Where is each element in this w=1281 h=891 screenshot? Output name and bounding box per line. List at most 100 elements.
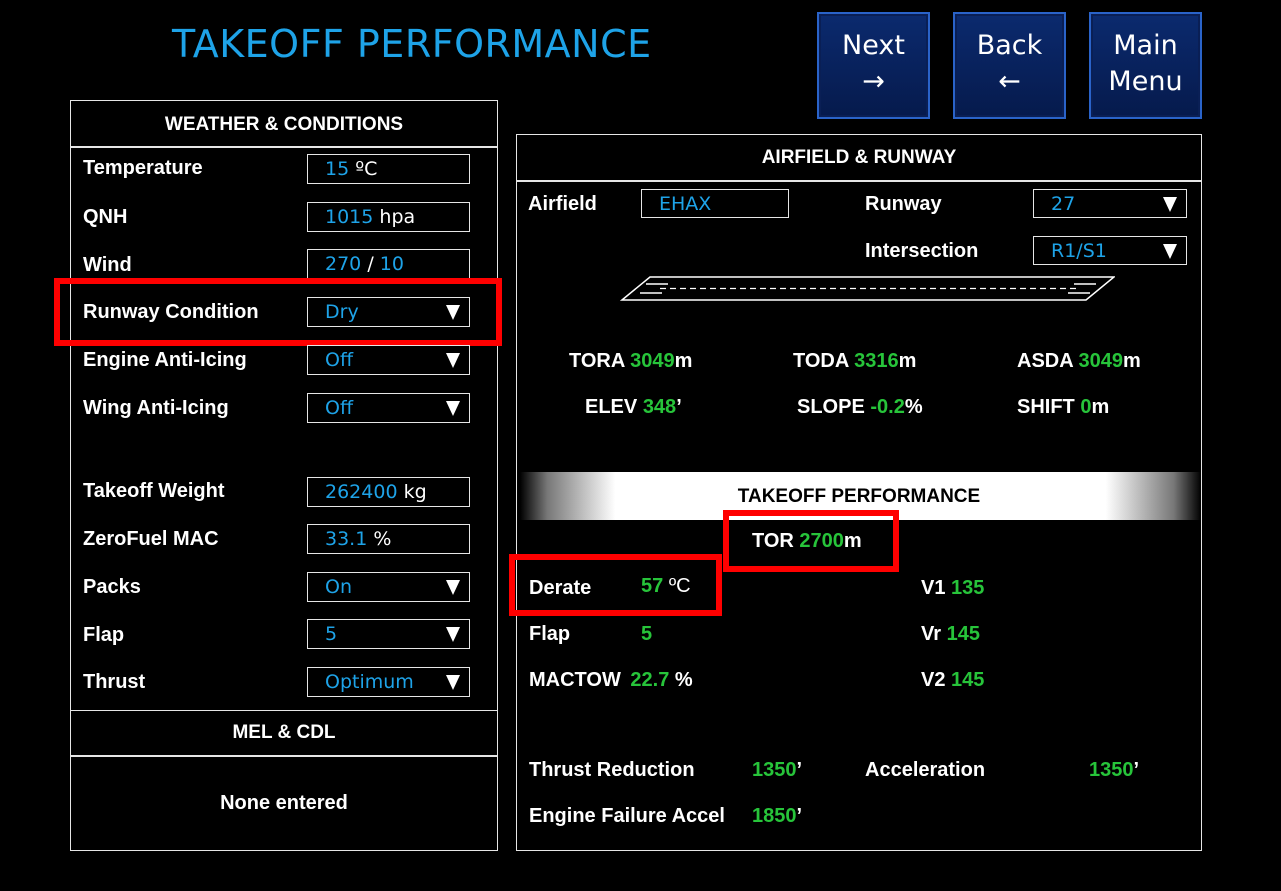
thrust-reduction-label: Thrust Reduction xyxy=(529,759,695,781)
mactow-value: 22.7 xyxy=(630,669,670,691)
dropdown-caret-icon xyxy=(1163,197,1177,212)
flap-select[interactable]: 5 xyxy=(307,619,470,649)
zerofuel-mac-field[interactable]: 33.1 % xyxy=(307,524,470,554)
elev-unit: ’ xyxy=(676,396,682,418)
tora-readout: TORA 3049m xyxy=(569,350,692,373)
asda-label: ASDA xyxy=(1017,350,1073,372)
temperature-field[interactable]: 15 ºC xyxy=(307,154,470,184)
vr-label: Vr xyxy=(921,623,942,645)
takeoff-weight-unit: kg xyxy=(403,481,427,503)
v1-readout: V1 135 xyxy=(921,577,984,600)
mel-none-entered: None entered xyxy=(220,792,348,814)
mactow-unit: % xyxy=(674,669,693,691)
slope-label: SLOPE xyxy=(797,396,865,418)
next-button[interactable]: Next → xyxy=(817,12,930,119)
performance-header: TAKEOFF PERFORMANCE xyxy=(737,486,981,507)
dropdown-caret-icon xyxy=(1163,244,1177,259)
intersection-select[interactable]: R1/S1 xyxy=(1033,236,1187,265)
mel-header: MEL & CDL xyxy=(232,722,336,743)
highlight-box xyxy=(723,510,899,572)
tora-value: 3049 xyxy=(630,350,675,372)
wind-speed: 10 xyxy=(379,253,404,275)
shift-value: 0 xyxy=(1080,396,1092,418)
main-menu-button[interactable]: Main Menu xyxy=(1089,12,1202,119)
qnh-field[interactable]: 1015 hpa xyxy=(307,202,470,232)
engine-anti-icing-value: Off xyxy=(325,349,354,371)
dropdown-caret-icon xyxy=(446,353,460,368)
slope-unit: % xyxy=(904,396,923,418)
acceleration-readout: 1350’ xyxy=(1089,759,1139,782)
dropdown-caret-icon xyxy=(446,401,460,416)
airfield-field[interactable]: EHAX xyxy=(641,189,789,218)
v2-label: V2 xyxy=(921,669,946,691)
airfield-label: Airfield xyxy=(528,193,597,215)
airfield-value: EHAX xyxy=(659,193,712,215)
main-menu-label-1: Main xyxy=(1113,30,1178,61)
flap-value: 5 xyxy=(325,623,338,645)
arrow-left-icon: ← xyxy=(998,66,1021,97)
shift-readout: SHIFT 0m xyxy=(1017,396,1109,419)
intersection-label: Intersection xyxy=(865,240,979,262)
wind-direction: 270 xyxy=(325,253,362,275)
toda-unit: m xyxy=(898,350,917,372)
zerofuel-mac-label: ZeroFuel MAC xyxy=(83,528,219,550)
slope-value: -0.2 xyxy=(870,396,905,418)
temperature-label: Temperature xyxy=(83,157,203,179)
zerofuel-mac-value: 33.1 xyxy=(325,528,368,550)
mactow-readout: MACTOW 22.7 % xyxy=(529,669,693,692)
takeoff-weight-value: 262400 xyxy=(325,481,398,503)
qnh-unit: hpa xyxy=(379,206,416,228)
thrust-reduction-value: 1350 xyxy=(752,759,797,781)
arrow-right-icon: → xyxy=(862,66,885,97)
back-label: Back xyxy=(976,30,1043,61)
qnh-label: QNH xyxy=(83,206,128,228)
thrust-reduction-unit: ’ xyxy=(796,759,803,781)
wind-label: Wind xyxy=(83,254,132,276)
tora-label: TORA xyxy=(569,350,625,372)
zerofuel-mac-unit: % xyxy=(373,528,392,550)
wing-anti-icing-select[interactable]: Off xyxy=(307,393,470,423)
divider xyxy=(517,180,1201,182)
thrust-label: Thrust xyxy=(83,671,146,693)
divider xyxy=(71,146,497,148)
flap-label: Flap xyxy=(83,624,125,646)
thrust-select[interactable]: Optimum xyxy=(307,667,470,697)
elev-value: 348 xyxy=(642,396,677,418)
packs-value: On xyxy=(325,576,352,598)
v1-value: 135 xyxy=(951,577,985,599)
slope-readout: SLOPE -0.2% xyxy=(797,396,923,419)
shift-unit: m xyxy=(1091,396,1110,418)
runway-select[interactable]: 27 xyxy=(1033,189,1187,218)
back-button[interactable]: Back ← xyxy=(953,12,1066,119)
toda-label: TODA xyxy=(793,350,849,372)
packs-label: Packs xyxy=(83,576,141,598)
engine-failure-accel-value: 1850 xyxy=(752,805,797,827)
toda-value: 3316 xyxy=(854,350,899,372)
perf-flap-label: Flap xyxy=(529,623,571,645)
asda-unit: m xyxy=(1123,350,1141,372)
acceleration-unit: ’ xyxy=(1133,759,1140,781)
engine-anti-icing-select[interactable]: Off xyxy=(307,345,470,375)
airfield-header: AIRFIELD & RUNWAY xyxy=(761,147,957,168)
page-title: TAKEOFF PERFORMANCE xyxy=(172,22,652,66)
packs-select[interactable]: On xyxy=(307,572,470,602)
engine-failure-accel-label: Engine Failure Accel xyxy=(529,805,725,827)
runway-value: 27 xyxy=(1051,193,1076,215)
next-label: Next xyxy=(842,30,905,61)
takeoff-weight-field[interactable]: 262400 kg xyxy=(307,477,470,507)
takeoff-weight-label: Takeoff Weight xyxy=(83,480,225,502)
mactow-label: MACTOW xyxy=(529,669,621,691)
thrust-value: Optimum xyxy=(325,671,414,693)
vr-readout: Vr 145 xyxy=(921,623,980,646)
temperature-unit: ºC xyxy=(355,158,378,180)
runway-label: Runway xyxy=(865,193,942,215)
wing-anti-icing-label: Wing Anti-Icing xyxy=(83,397,229,419)
thrust-reduction-readout: 1350’ xyxy=(752,759,802,782)
perf-flap-value: 5 xyxy=(641,623,653,645)
dropdown-caret-icon xyxy=(446,627,460,642)
weather-header: WEATHER & CONDITIONS xyxy=(164,114,404,135)
acceleration-value: 1350 xyxy=(1089,759,1134,781)
v2-value: 145 xyxy=(951,669,985,691)
wind-field[interactable]: 270 / 10 xyxy=(307,249,470,279)
engine-anti-icing-label: Engine Anti-Icing xyxy=(83,349,247,371)
